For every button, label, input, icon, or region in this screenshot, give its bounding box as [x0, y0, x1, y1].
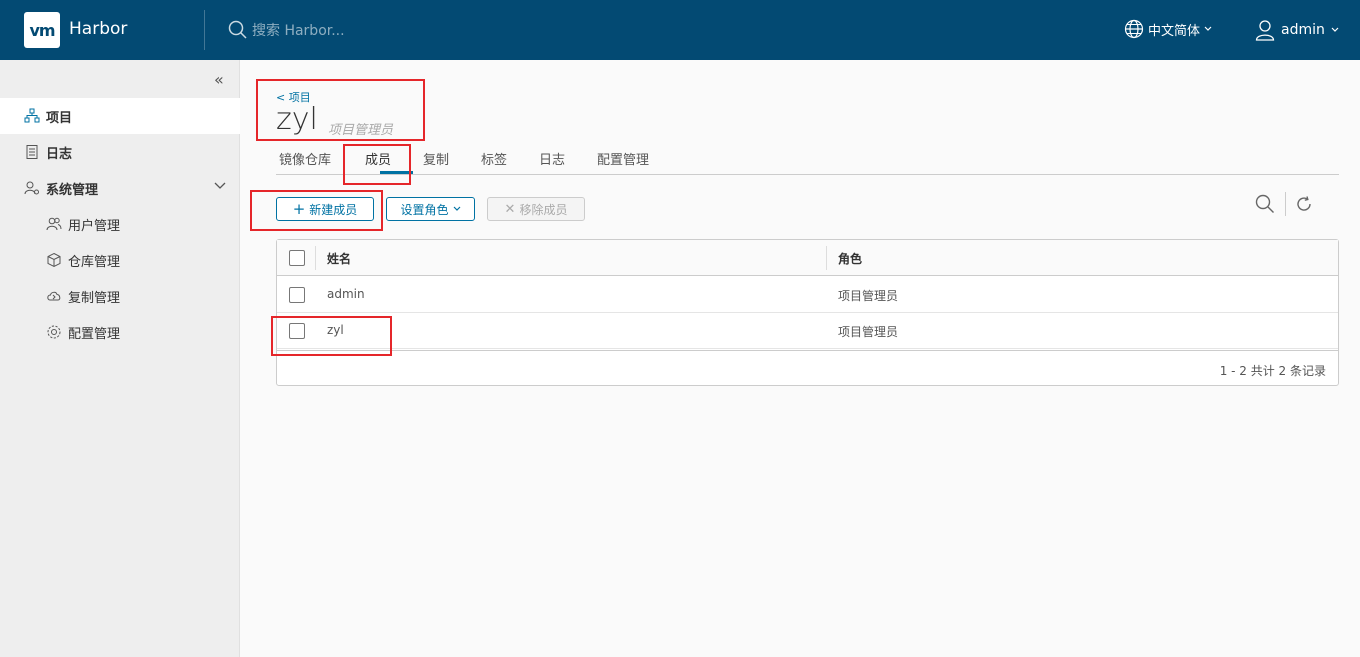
tab-replication[interactable]: 复制: [423, 149, 449, 168]
tab-labels[interactable]: 标签: [481, 149, 507, 168]
search-icon[interactable]: [228, 20, 248, 40]
registry-icon: [46, 252, 62, 268]
replication-icon: [46, 288, 62, 304]
member-role: 项目管理员: [838, 325, 899, 339]
set-role-button[interactable]: 设置角色: [386, 197, 475, 221]
header-divider: [204, 10, 205, 50]
sidebar-item-label: 仓库管理: [68, 254, 121, 270]
select-all-checkbox[interactable]: [289, 250, 305, 266]
toolbar-divider: [1285, 192, 1286, 216]
annotation-box-new-member: [250, 190, 383, 231]
table-row[interactable]: zyl 项目管理员: [277, 313, 1338, 349]
set-role-label: 设置角色: [400, 202, 449, 217]
sidebar: « 项目 日志 系统管理 用户管理 仓库管理 复制管理 配置管理: [0, 60, 240, 657]
sidebar-item-label: 配置管理: [68, 326, 121, 342]
row-checkbox[interactable]: [289, 287, 305, 303]
logo-text: vm: [29, 20, 55, 40]
collapse-sidebar-icon[interactable]: «: [214, 70, 224, 89]
member-name: admin: [327, 287, 365, 301]
table-footer: 1 - 2 共计 2 条记录: [277, 350, 1338, 386]
sidebar-item-replications[interactable]: 复制管理: [0, 278, 240, 314]
chevron-down-icon: [1204, 26, 1212, 31]
pagination-summary: 1 - 2 共计 2 条记录: [1219, 364, 1326, 378]
global-search-input[interactable]: [252, 20, 512, 42]
column-divider: [315, 246, 316, 270]
config-icon: [46, 324, 62, 340]
logs-icon: [24, 144, 40, 160]
close-icon: ✕: [504, 201, 516, 217]
sidebar-item-projects[interactable]: 项目: [0, 98, 240, 134]
column-header-role[interactable]: 角色: [838, 250, 862, 267]
column-header-name[interactable]: 姓名: [327, 250, 351, 267]
tab-repositories[interactable]: 镜像仓库: [279, 149, 331, 168]
members-table: 姓名 角色 admin 项目管理员 zyl 项目管理员 1 - 2 共计 2 条…: [276, 239, 1339, 386]
user-icon: [1255, 20, 1275, 41]
user-menu[interactable]: admin: [1255, 19, 1339, 41]
sidebar-item-label: 项目: [46, 110, 73, 126]
annotation-box-member-row: [271, 316, 392, 356]
chevron-down-icon: [453, 206, 460, 211]
column-divider[interactable]: [826, 246, 827, 270]
top-header: vm Harbor 中文简体 admin: [0, 0, 1360, 60]
table-header: 姓名 角色: [277, 240, 1338, 276]
sidebar-item-configuration[interactable]: 配置管理: [0, 314, 240, 350]
users-icon: [46, 216, 62, 232]
vm-logo[interactable]: vm: [24, 12, 60, 48]
annotation-box-members-tab: [343, 144, 411, 185]
tab-logs[interactable]: 日志: [539, 149, 565, 168]
sidebar-item-label: 系统管理: [46, 182, 99, 198]
sidebar-item-logs[interactable]: 日志: [0, 134, 240, 170]
username-label: admin: [1281, 22, 1325, 38]
admin-icon: [24, 180, 40, 196]
globe-icon: [1124, 19, 1144, 39]
tab-configuration[interactable]: 配置管理: [597, 149, 649, 168]
projects-icon: [24, 108, 40, 124]
chevron-down-icon[interactable]: [214, 182, 226, 190]
language-label: 中文简体: [1148, 23, 1201, 39]
sidebar-item-users[interactable]: 用户管理: [0, 206, 240, 242]
sidebar-item-registries[interactable]: 仓库管理: [0, 242, 240, 278]
search-icon[interactable]: [1255, 194, 1275, 214]
project-tabs: 镜像仓库 成员 复制 标签 日志 配置管理: [276, 144, 1339, 175]
annotation-box-project-title: [256, 79, 425, 141]
member-role: 项目管理员: [838, 289, 899, 303]
sidebar-item-admin[interactable]: 系统管理: [0, 170, 240, 206]
remove-member-button[interactable]: ✕ 移除成员: [487, 197, 585, 221]
sidebar-item-label: 复制管理: [68, 290, 121, 306]
language-selector[interactable]: 中文简体: [1124, 19, 1212, 39]
sidebar-item-label: 用户管理: [68, 218, 121, 234]
sidebar-item-label: 日志: [46, 146, 73, 162]
table-row[interactable]: admin 项目管理员: [277, 277, 1338, 313]
chevron-down-icon: [1331, 27, 1339, 32]
brand-name[interactable]: Harbor: [69, 19, 127, 39]
refresh-icon[interactable]: [1295, 195, 1313, 213]
remove-member-label: 移除成员: [519, 202, 568, 217]
